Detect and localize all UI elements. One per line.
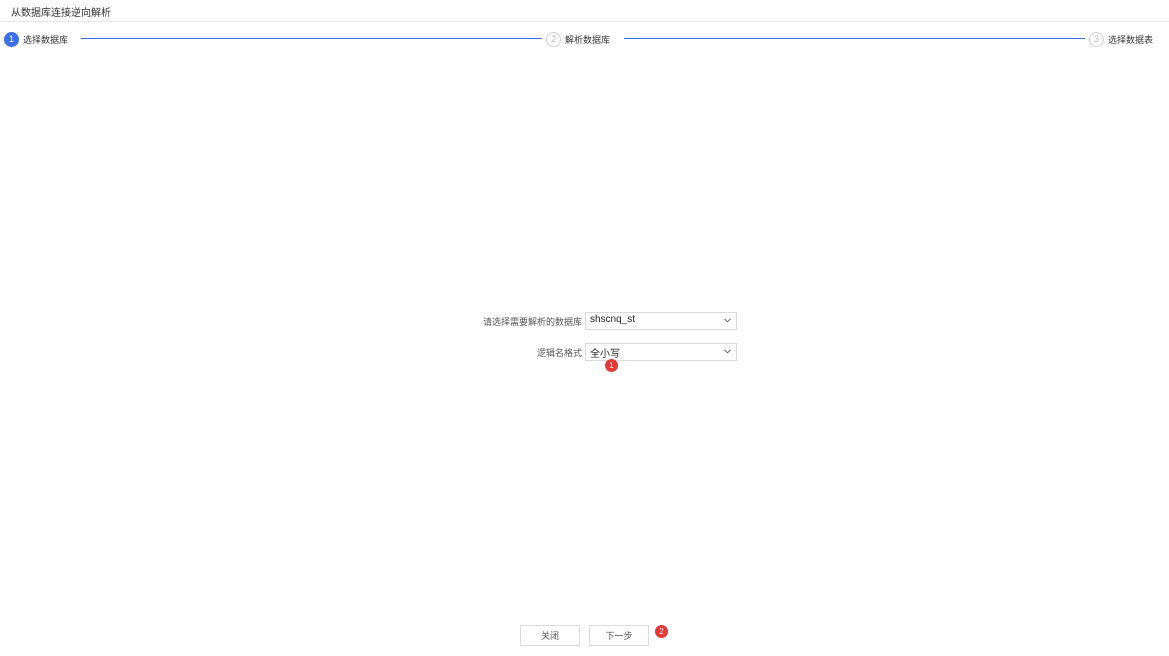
annotation-badge-2: 2 [655,625,668,638]
chevron-down-icon [724,349,731,354]
database-select-value: shscnq_st [590,314,636,325]
database-row: 请选择需要解析的数据库 shscnq_st [430,312,740,330]
close-button[interactable]: 关闭 [520,625,580,646]
logical-name-format-row: 逻辑名格式 全小写 [430,343,740,361]
database-select[interactable]: shscnq_st [585,312,737,330]
step-1-label: 选择数据库 [23,35,69,46]
step-2-label: 解析数据库 [565,35,611,46]
step-select-database: 1 选择数据库 [4,30,68,48]
step-1-number: 1 [4,31,19,47]
step-parse-database: 2 解析数据库 [546,30,610,48]
step-2-number: 2 [546,31,561,47]
chevron-down-icon [724,318,731,323]
step-3-number: 3 [1089,31,1104,47]
dialog-header: 从数据库连接逆向解析 [0,0,1169,22]
dialog-title: 从数据库连接逆向解析 [11,8,111,19]
annotation-badge-1: 1 [605,359,618,372]
step-connector-1 [81,38,542,39]
logical-name-format-label: 逻辑名格式 [536,349,582,359]
step-3-label: 选择数据表 [1108,35,1154,46]
logical-name-format-select-value: 全小写 [590,349,620,360]
database-label: 请选择需要解析的数据库 [482,318,582,328]
step-select-tables: 3 选择数据表 [1089,30,1153,48]
step-connector-2 [624,38,1085,39]
next-button[interactable]: 下一步 [589,625,649,646]
wizard-steps: 1 选择数据库 2 解析数据库 3 选择数据表 [0,30,1169,48]
logical-name-format-select[interactable]: 全小写 [585,343,737,361]
